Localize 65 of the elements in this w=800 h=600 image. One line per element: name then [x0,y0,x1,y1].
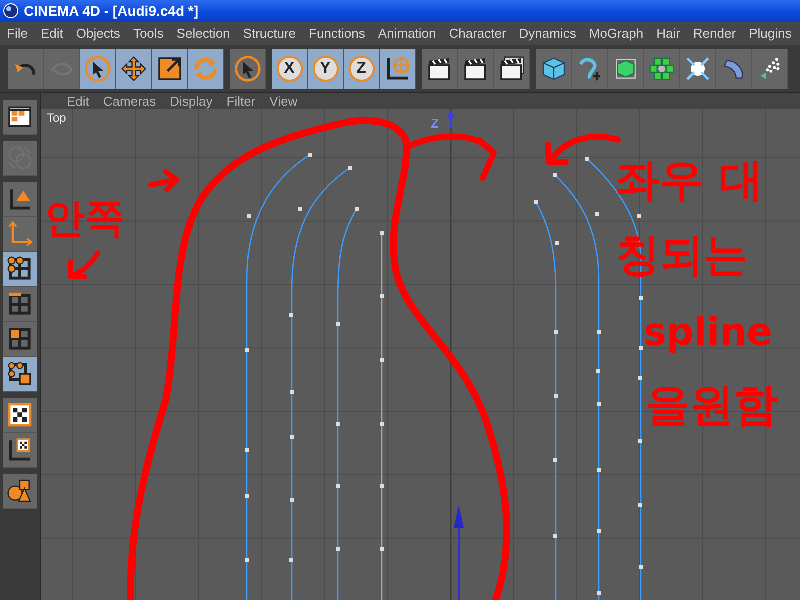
annotation-arrow [68,250,100,280]
menu-item[interactable]: Filter [226,94,256,108]
view-label: Top [47,111,66,125]
menu-item[interactable]: Tools [133,26,164,41]
menu-item[interactable]: Display [170,94,213,108]
toolbar-button[interactable] [680,48,716,88]
menu-item[interactable]: View [270,94,298,108]
toolbar-button[interactable] [3,287,37,322]
toolbar-button[interactable] [3,182,37,217]
points-icon [6,255,34,283]
menu-item[interactable]: Cameras [103,94,156,108]
toolbar-button[interactable] [3,433,37,468]
move-icon [120,54,148,82]
polygons-icon [6,325,34,353]
cursor-icon [234,54,262,82]
toolbar-button[interactable] [3,357,37,392]
axis-lock-button[interactable]: Y [308,48,344,88]
handwritten-note: 좌우 대 [616,155,764,206]
clapperboard-icon [498,54,526,82]
toolbar-button[interactable] [494,48,530,88]
toolbar-button[interactable] [380,48,416,88]
axis-arrow [447,111,455,128]
annotation-arrow [148,170,180,192]
scale-icon [156,54,184,82]
handwritten-note: spline [644,310,773,354]
toolbar-button[interactable] [230,48,266,88]
toolbar-button[interactable] [3,252,37,287]
menu-item[interactable]: Objects [76,26,120,41]
menu-item[interactable]: Character [449,26,506,41]
menu-item[interactable]: Structure [243,26,296,41]
edges-icon [6,290,34,318]
axis-label: Z [431,116,439,131]
toolbar-button[interactable] [116,48,152,88]
axis-lock-button[interactable]: Z [344,48,380,88]
cursor-icon [84,54,112,82]
toolbar-button[interactable] [422,48,458,88]
menu-item[interactable]: Hair [656,26,680,41]
menu-item[interactable]: File [7,26,28,41]
axes-icon [6,220,34,248]
menu-item[interactable]: Dynamics [519,26,576,41]
primitives-icon [6,477,34,505]
menu-item[interactable]: Plugins [749,26,792,41]
window-title: CINEMA 4D - [Audi9.c4d *] [24,3,198,19]
sphere-icon [3,3,19,19]
toolbar-button[interactable] [458,48,494,88]
toolbar-button[interactable] [80,48,116,88]
menu-item[interactable]: Edit [40,26,64,41]
uv-points-icon [6,360,34,388]
menu-item[interactable]: Render [693,26,736,41]
menu-item[interactable]: Animation [378,26,436,41]
expand-arrows-icon [684,54,712,82]
toolbar-button[interactable] [152,48,188,88]
axis-lock-button[interactable]: X [272,48,308,88]
toolbar-button[interactable] [3,100,37,135]
toolbar-button[interactable] [752,48,788,88]
menu-item[interactable]: Functions [309,26,366,41]
menu-item[interactable]: MoGraph [589,26,644,41]
toolbar-button[interactable] [3,322,37,357]
menu-item[interactable]: Selection [176,26,230,41]
menu-item[interactable]: Edit [67,94,90,108]
handwritten-note: 안쪽 [45,196,125,242]
handwritten-note: 을원함 [646,380,778,431]
toolbar-button[interactable] [3,398,37,433]
toolbar-button[interactable] [3,474,37,509]
checker-icon [6,401,34,429]
